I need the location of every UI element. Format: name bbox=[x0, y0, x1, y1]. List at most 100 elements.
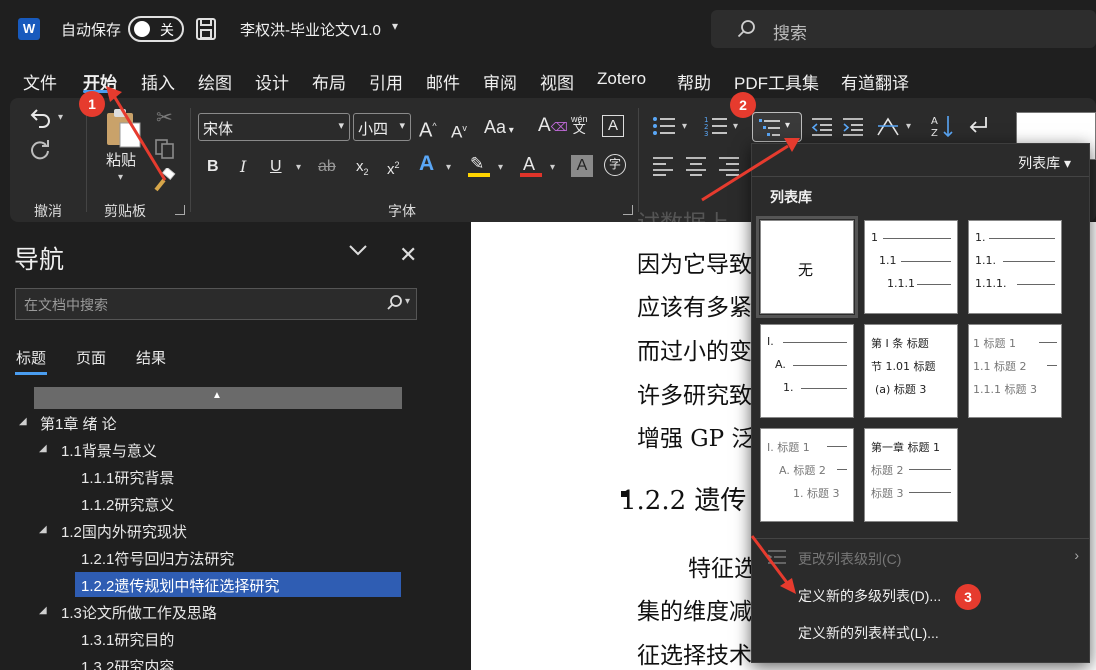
increase-indent-icon[interactable] bbox=[841, 117, 865, 137]
enclose-characters-icon[interactable]: 字 bbox=[604, 154, 626, 176]
nav-tree-item[interactable]: 1.1.2研究意义 bbox=[15, 491, 415, 516]
nav-tab-results[interactable]: 结果 bbox=[136, 347, 166, 368]
nav-tree-item[interactable]: ◢ 1.3论文所做工作及思路 bbox=[15, 599, 415, 624]
tab-layout[interactable]: 布局 bbox=[312, 69, 346, 94]
list-option-chapter[interactable]: 第一章 标题 1 标题 2 标题 3 bbox=[864, 428, 958, 522]
tab-draw[interactable]: 绘图 bbox=[198, 69, 232, 94]
strikethrough-icon[interactable]: ab bbox=[318, 157, 336, 177]
paste-label[interactable]: 粘贴 bbox=[106, 151, 136, 171]
tab-insert[interactable]: 插入 bbox=[141, 69, 175, 94]
tab-mailings[interactable]: 邮件 bbox=[426, 69, 460, 94]
tab-design[interactable]: 设计 bbox=[255, 69, 289, 94]
highlight-icon[interactable]: ✎ bbox=[470, 154, 484, 174]
clipboard-launcher-icon[interactable] bbox=[175, 205, 185, 215]
collapse-triangle-icon[interactable]: ◢ bbox=[39, 605, 47, 616]
search-options-dropdown-icon[interactable]: ▾ bbox=[405, 296, 410, 307]
cut-icon[interactable]: ✂ bbox=[156, 108, 173, 128]
nav-tree-item[interactable]: 1.3.1研究目的 bbox=[15, 626, 415, 651]
nav-tree-item[interactable]: ◢ 第1章 绪 论 bbox=[15, 410, 415, 435]
show-paragraph-marks-icon[interactable] bbox=[966, 115, 990, 137]
decrease-indent-icon[interactable] bbox=[810, 117, 834, 137]
chinese-layout-dropdown-icon[interactable]: ▾ bbox=[906, 121, 911, 132]
tab-youdao-translate[interactable]: 有道翻译 bbox=[841, 69, 909, 94]
list-option-numeric-outline[interactable]: 1 1.1 1.1.1 bbox=[864, 220, 958, 314]
tab-view[interactable]: 视图 bbox=[540, 69, 574, 94]
collapse-triangle-icon[interactable]: ◢ bbox=[39, 524, 47, 535]
tab-help[interactable]: 帮助 bbox=[677, 69, 711, 94]
chinese-layout-icon[interactable] bbox=[876, 115, 900, 137]
define-new-list-style-menu-item[interactable]: 定义新的列表样式(L)... bbox=[798, 623, 939, 643]
tab-zotero[interactable]: Zotero bbox=[597, 69, 646, 89]
nav-tab-headings[interactable]: 标题 bbox=[16, 347, 46, 368]
text-effects-dropdown-icon[interactable]: ▾ bbox=[446, 162, 451, 173]
font-launcher-icon[interactable] bbox=[623, 205, 633, 215]
nav-tree-item[interactable]: 1.3.2研究内容 bbox=[15, 653, 415, 670]
list-option-heading-roman[interactable]: I. 标题 1 A. 标题 2 1. 标题 3 bbox=[760, 428, 854, 522]
bold-icon[interactable]: B bbox=[207, 157, 219, 177]
clear-formatting-icon[interactable]: A⌫ bbox=[538, 116, 568, 137]
copy-icon[interactable] bbox=[154, 138, 176, 160]
superscript-icon[interactable]: x2 bbox=[387, 155, 400, 180]
nav-tree-item[interactable]: 1.1.1研究背景 bbox=[15, 464, 415, 489]
subscript-icon[interactable]: x2 bbox=[356, 157, 369, 182]
font-color-icon[interactable]: A bbox=[523, 154, 535, 174]
nav-tree-item[interactable]: ◢ 1.2国内外研究现状 bbox=[15, 518, 415, 543]
highlight-dropdown-icon[interactable]: ▾ bbox=[498, 162, 503, 173]
search-icon[interactable] bbox=[386, 294, 404, 312]
redo-icon[interactable] bbox=[28, 137, 52, 161]
font-size-select[interactable]: 小四 ▾ bbox=[353, 113, 411, 141]
define-new-multilevel-list-menu-item[interactable]: 定义新的多级列表(D)... bbox=[798, 586, 941, 606]
list-option-heading-numeric[interactable]: 1 标题 1 1.1 标题 2 1.1.1 标题 3 bbox=[968, 324, 1062, 418]
tab-references[interactable]: 引用 bbox=[369, 69, 403, 94]
chevron-down-icon[interactable] bbox=[348, 244, 368, 256]
nav-tree-item-selected[interactable]: 1.2.2遗传规划中特征选择研究 bbox=[75, 572, 401, 597]
nav-tree-item[interactable]: ◢ 1.1背景与意义 bbox=[15, 437, 415, 462]
grow-font-icon[interactable]: A^ bbox=[419, 116, 437, 141]
phonetic-guide-icon[interactable]: wén 文 bbox=[571, 114, 588, 135]
list-option-none[interactable]: 无 bbox=[756, 216, 858, 318]
numbering-dropdown-icon[interactable]: ▾ bbox=[733, 121, 738, 132]
nav-tab-pages[interactable]: 页面 bbox=[76, 347, 106, 368]
bullets-dropdown-icon[interactable]: ▾ bbox=[682, 121, 687, 132]
autosave-toggle[interactable]: 关 bbox=[128, 16, 184, 42]
italic-icon[interactable]: I bbox=[240, 157, 246, 177]
paste-dropdown-icon[interactable]: ▾ bbox=[118, 172, 123, 183]
document-title[interactable]: 李权洪-毕业论文V1.0 bbox=[240, 19, 381, 40]
tab-file[interactable]: 文件 bbox=[23, 69, 57, 94]
undo-icon[interactable] bbox=[28, 106, 52, 128]
tab-pdf-tools[interactable]: PDF工具集 bbox=[734, 69, 819, 94]
format-painter-icon[interactable] bbox=[152, 168, 176, 192]
sort-icon[interactable]: A Z bbox=[931, 114, 955, 138]
underline-dropdown-icon[interactable]: ▾ bbox=[296, 162, 301, 173]
character-border-icon[interactable]: A bbox=[602, 115, 624, 137]
save-icon[interactable] bbox=[196, 18, 216, 40]
shrink-font-icon[interactable]: Av bbox=[451, 118, 467, 143]
list-option-article-section[interactable]: 第 I 条 标题 节 1.01 标题 (a) 标题 3 bbox=[864, 324, 958, 418]
character-shading-icon[interactable]: A bbox=[571, 155, 593, 177]
nav-tree-item[interactable]: 1.2.1符号回归方法研究 bbox=[15, 545, 415, 570]
font-color-dropdown-icon[interactable]: ▾ bbox=[550, 162, 555, 173]
text-effects-icon[interactable]: A bbox=[419, 153, 434, 174]
change-case-icon[interactable]: Aa ▾ bbox=[484, 117, 514, 141]
tab-review[interactable]: 审阅 bbox=[483, 69, 517, 94]
collapse-triangle-icon[interactable]: ◢ bbox=[19, 416, 27, 427]
nav-scroll-up-button[interactable]: ▲ bbox=[34, 387, 402, 409]
paste-icon[interactable] bbox=[104, 107, 142, 149]
align-center-icon[interactable] bbox=[685, 156, 707, 176]
font-name-select[interactable]: 宋体 ▾ bbox=[198, 113, 350, 141]
search-box[interactable]: 搜索 bbox=[711, 10, 1096, 48]
list-option-numeric-dotted[interactable]: 1. 1.1. 1.1.1. bbox=[968, 220, 1062, 314]
undo-dropdown-icon[interactable]: ▾ bbox=[58, 112, 63, 123]
numbering-icon[interactable]: 1 2 3 bbox=[704, 115, 728, 137]
list-library-filter[interactable]: 列表库 ▾ bbox=[1018, 153, 1071, 173]
nav-search-input[interactable]: 在文档中搜索 ▾ bbox=[15, 288, 417, 320]
align-right-icon[interactable] bbox=[718, 156, 740, 176]
collapse-triangle-icon[interactable]: ◢ bbox=[39, 443, 47, 454]
chevron-down-icon[interactable]: ▾ bbox=[392, 19, 398, 33]
bullets-icon[interactable] bbox=[652, 116, 676, 136]
close-icon[interactable]: ✕ bbox=[399, 242, 417, 268]
underline-icon[interactable]: U bbox=[270, 157, 282, 177]
list-option-roman[interactable]: I. A. 1. bbox=[760, 324, 854, 418]
align-left-icon[interactable] bbox=[652, 156, 674, 176]
multilevel-list-button[interactable]: ▾ bbox=[752, 112, 802, 142]
